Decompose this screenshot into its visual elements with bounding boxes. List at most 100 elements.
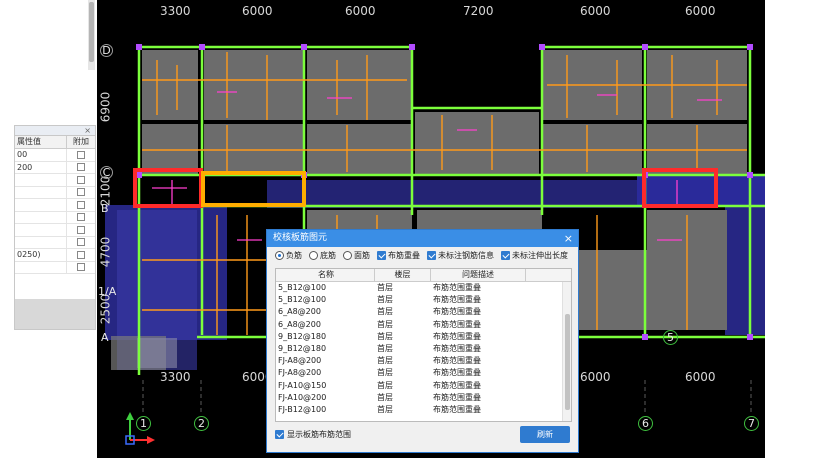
property-row[interactable] <box>15 261 95 274</box>
close-icon[interactable]: × <box>564 230 573 247</box>
scroll-thumb[interactable] <box>89 2 94 62</box>
radio-face[interactable]: 面筋 <box>343 250 370 261</box>
cell-name: FJ-A10@150 <box>278 380 327 390</box>
cell-name: FJ-B12@100 <box>278 404 327 414</box>
dialog-titlebar[interactable]: 校核板筋图元 × <box>267 230 578 247</box>
checkbox-icon[interactable] <box>77 188 85 197</box>
table-row[interactable]: FJ-B12@100 首层 布筋范围重叠 <box>276 404 571 416</box>
radio-icon[interactable] <box>275 251 284 260</box>
property-row[interactable] <box>15 174 95 187</box>
dim-side-3: 4700 <box>98 236 113 268</box>
table-row[interactable]: 5_B12@100 首层 布筋范围重叠 <box>276 294 571 306</box>
check-overlap[interactable]: 布筋重叠 <box>377 250 420 261</box>
refresh-button[interactable]: 刷新 <box>520 426 570 443</box>
checkbox-icon[interactable] <box>77 150 85 159</box>
radio-negative[interactable]: 负筋 <box>275 250 302 261</box>
table-row[interactable]: 6_A8@200 首层 布筋范围重叠 <box>276 306 571 318</box>
col-name: 名称 <box>276 269 375 281</box>
table-row[interactable]: FJ-A8@200 首层 布筋范围重叠 <box>276 355 571 367</box>
property-value[interactable] <box>15 199 67 211</box>
cell-name: 6_A8@200 <box>278 307 321 317</box>
table-row[interactable]: FJ-A8@200 首层 布筋范围重叠 <box>276 367 571 379</box>
table-row[interactable]: 6_A8@200 首层 布筋范围重叠 <box>276 319 571 331</box>
radio-label: 面筋 <box>354 251 370 260</box>
checkbox-icon[interactable] <box>427 251 436 260</box>
panel-close-icon[interactable]: × <box>84 126 91 135</box>
property-value[interactable] <box>15 261 67 273</box>
cell-name: FJ-A8@200 <box>278 356 322 366</box>
extra-checkbox[interactable] <box>67 174 95 186</box>
extra-checkbox[interactable] <box>67 237 95 249</box>
property-row[interactable] <box>15 236 95 249</box>
check-unlabeled[interactable]: 未标注钢筋信息 <box>427 250 494 261</box>
table-body: 5_B12@100 首层 布筋范围重叠 5_B12@100 首层 布筋范围重叠 6_A8@2… <box>276 282 571 416</box>
property-value[interactable]: 0250) <box>15 249 67 261</box>
radio-label: 底筋 <box>320 251 336 260</box>
extra-checkbox[interactable] <box>67 212 95 224</box>
cell-issue: 布筋范围重叠 <box>433 343 481 353</box>
table-row[interactable]: 5_B12@100 首层 布筋范围重叠 <box>276 282 571 294</box>
checkbox-icon[interactable] <box>77 250 85 259</box>
panel-scrollbar[interactable] <box>88 0 95 70</box>
checkbox-icon[interactable] <box>77 200 85 209</box>
show-range-option[interactable]: 显示板筋布筋范围 <box>275 429 351 440</box>
checkbox-icon[interactable] <box>77 263 85 272</box>
extra-checkbox[interactable] <box>67 162 95 174</box>
scroll-thumb[interactable] <box>565 314 570 410</box>
checkbox-icon[interactable] <box>275 430 284 439</box>
checkbox-icon[interactable] <box>77 175 85 184</box>
cell-issue: 布筋范围重叠 <box>433 356 481 366</box>
property-panel: × 属性值 附加 00 200 0250) <box>14 125 96 330</box>
check-extend[interactable]: 未标注伸出长度 <box>501 250 568 261</box>
checkbox-icon[interactable] <box>77 238 85 247</box>
property-value[interactable] <box>15 236 67 248</box>
radio-icon[interactable] <box>309 251 318 260</box>
property-value[interactable] <box>15 174 67 186</box>
check-rebar-dialog[interactable]: 校核板筋图元 × 负筋 底筋 面筋 布筋重叠 未标注钢筋信息 未标注伸出长度 名… <box>266 229 579 453</box>
table-row[interactable]: FJ-A10@150 首层 布筋范围重叠 <box>276 380 571 392</box>
extra-checkbox[interactable] <box>67 199 95 211</box>
property-row[interactable]: 0250) <box>15 249 95 262</box>
property-row[interactable]: 00 <box>15 149 95 162</box>
table-scrollbar[interactable] <box>562 282 571 421</box>
checkbox-icon[interactable] <box>501 251 510 260</box>
property-row[interactable] <box>15 224 95 237</box>
cell-name: 9_B12@180 <box>278 331 327 341</box>
property-value[interactable] <box>15 224 67 236</box>
property-row[interactable] <box>15 211 95 224</box>
checkbox-icon[interactable] <box>77 225 85 234</box>
property-value[interactable] <box>15 211 67 223</box>
show-range-label: 显示板筋布筋范围 <box>287 430 351 439</box>
cell-floor: 首层 <box>377 295 393 305</box>
extra-checkbox[interactable] <box>67 249 95 261</box>
checkbox-icon[interactable] <box>377 251 386 260</box>
property-row[interactable] <box>15 186 95 199</box>
property-row[interactable]: 200 <box>15 161 95 174</box>
property-value[interactable] <box>15 186 67 198</box>
extra-checkbox[interactable] <box>67 262 95 274</box>
extra-checkbox[interactable] <box>67 149 95 161</box>
property-rows: 00 200 0250) <box>15 149 95 274</box>
extra-checkbox[interactable] <box>67 224 95 236</box>
property-value[interactable]: 200 <box>15 161 67 173</box>
dim-top-3: 6000 <box>345 4 376 18</box>
checkbox-icon[interactable] <box>77 213 85 222</box>
property-table-header: 属性值 附加 <box>15 136 95 149</box>
axis-num-2: 2 <box>194 416 209 431</box>
table-row[interactable]: FJ-A10@200 首层 布筋范围重叠 <box>276 392 571 404</box>
axis-1a: 1/A <box>98 285 117 298</box>
cell-issue: 布筋范围重叠 <box>433 283 481 292</box>
cell-name: 5_B12@100 <box>278 295 327 305</box>
extra-checkbox[interactable] <box>67 187 95 199</box>
table-row[interactable]: 9_B12@180 首层 布筋范围重叠 <box>276 343 571 355</box>
property-row[interactable] <box>15 199 95 212</box>
checkbox-icon[interactable] <box>77 163 85 172</box>
table-row[interactable]: 9_B12@180 首层 布筋范围重叠 <box>276 331 571 343</box>
radio-bottom[interactable]: 底筋 <box>309 250 336 261</box>
property-value[interactable]: 00 <box>15 149 67 161</box>
cell-issue: 布筋范围重叠 <box>433 380 481 390</box>
radio-icon[interactable] <box>343 251 352 260</box>
axis-a: A <box>101 331 109 344</box>
cell-issue: 布筋范围重叠 <box>433 368 481 378</box>
radio-label: 负筋 <box>286 251 302 260</box>
